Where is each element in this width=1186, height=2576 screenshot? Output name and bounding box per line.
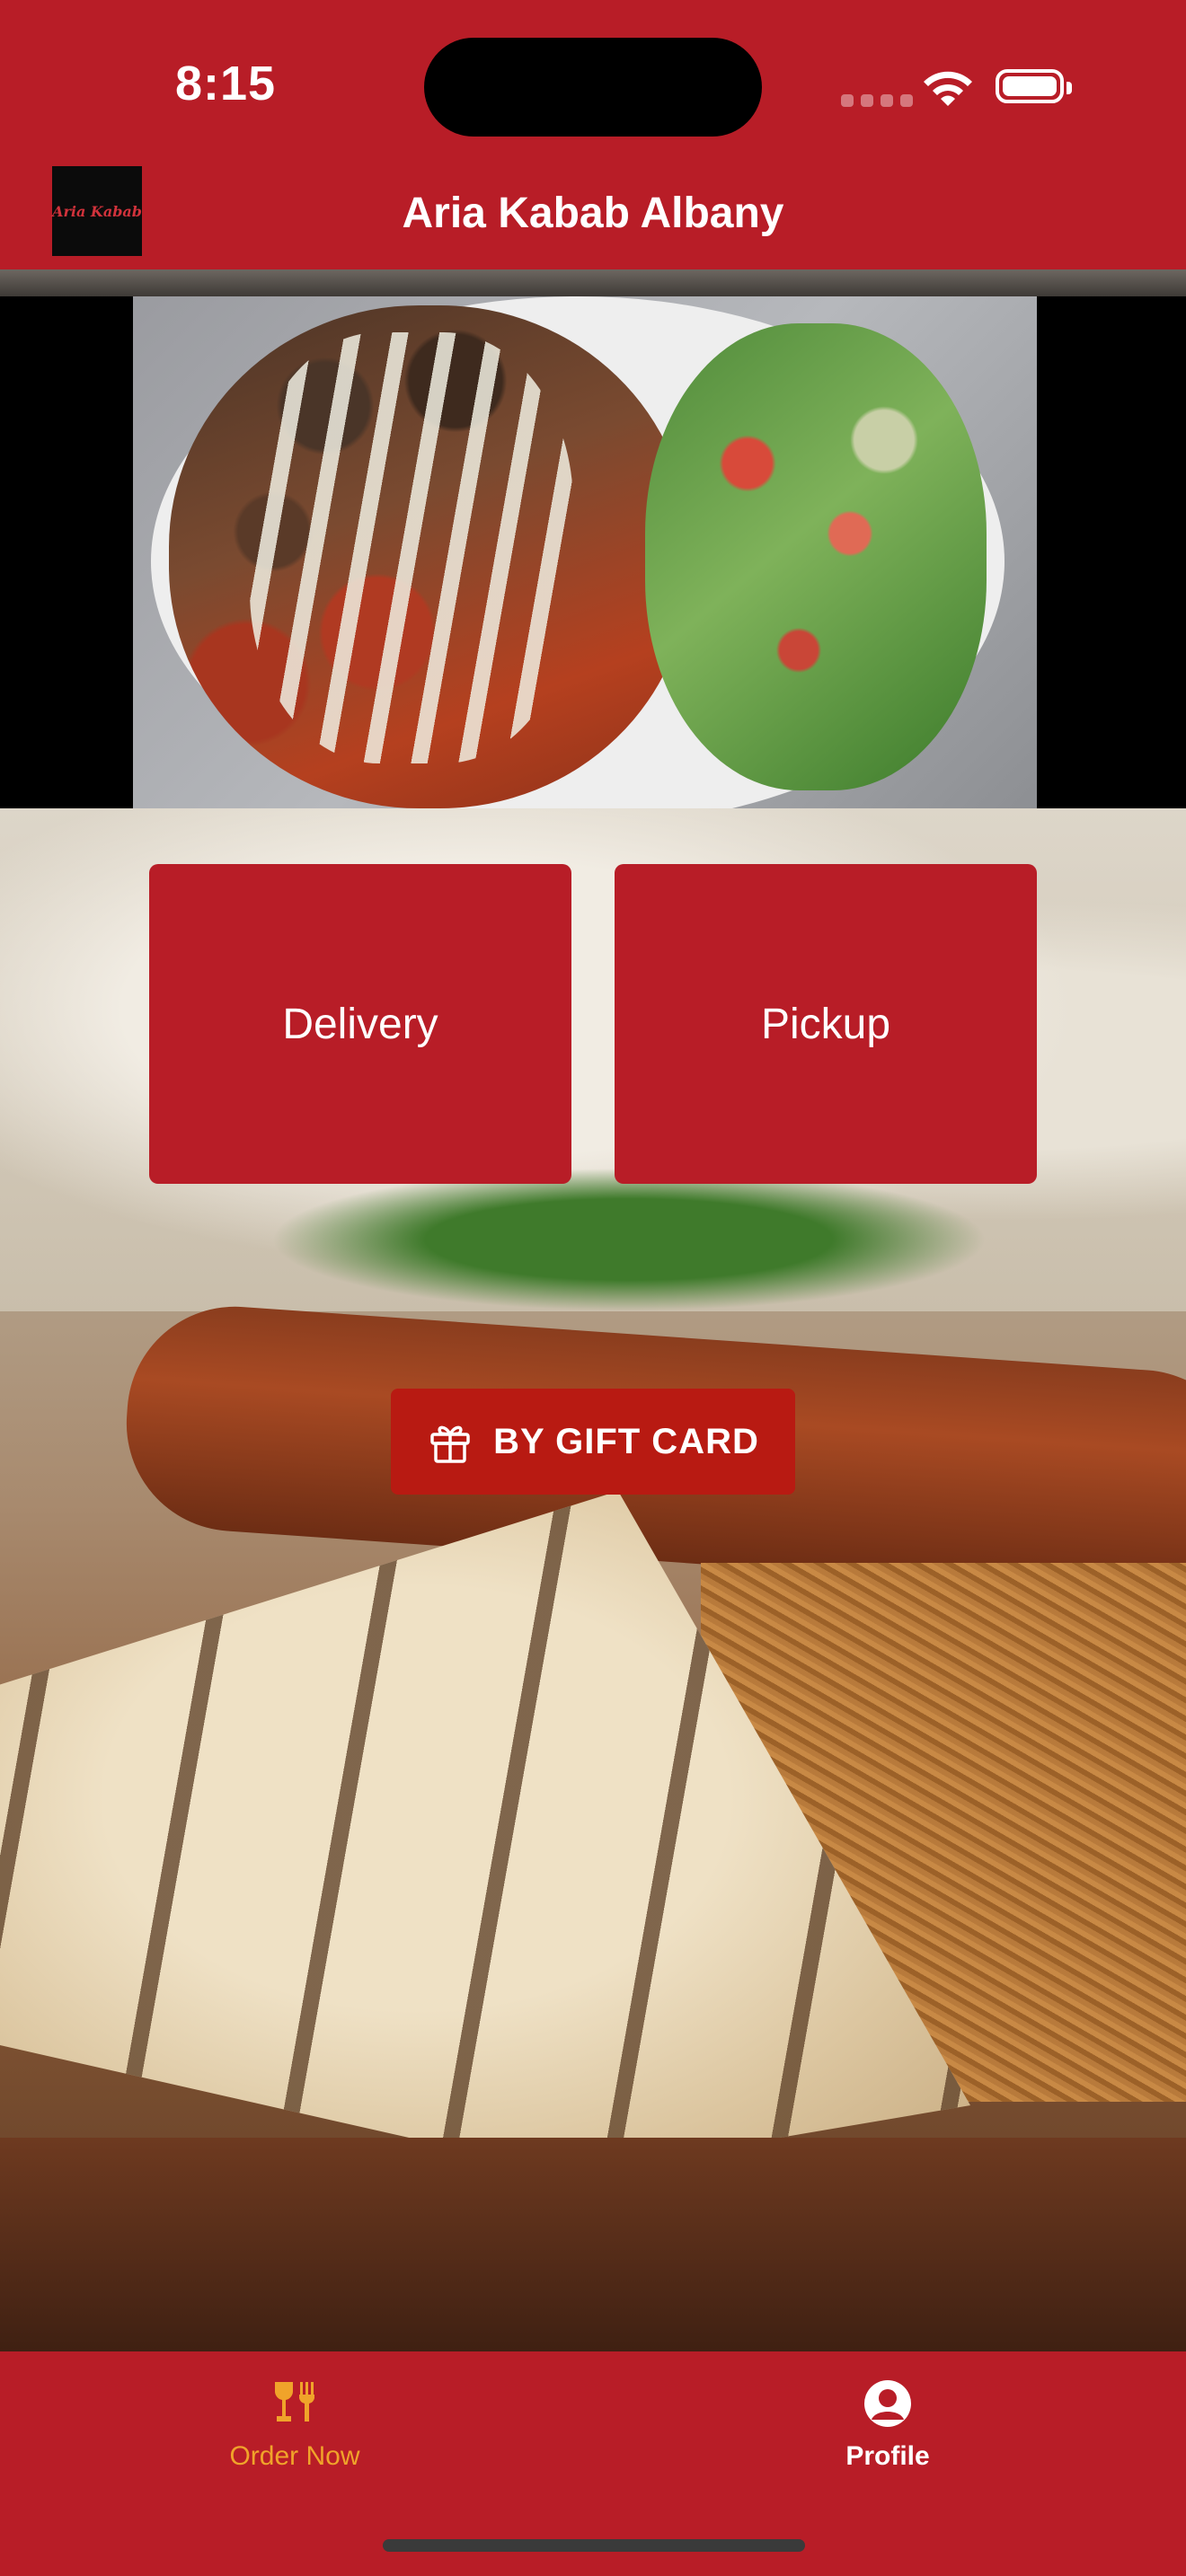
delivery-button[interactable]: Delivery [149, 864, 571, 1184]
hero-band [0, 269, 1186, 296]
tab-order-now-label: Order Now [229, 2441, 360, 2471]
cellular-signal-icon [841, 94, 913, 107]
gift-card-label: BY GIFT CARD [493, 1421, 759, 1461]
status-bar: 8:15 [0, 0, 1186, 162]
tab-profile[interactable]: Profile [753, 2377, 1022, 2472]
gift-icon [430, 1425, 470, 1463]
gift-card-button[interactable]: BY GIFT CARD [391, 1389, 795, 1495]
profile-icon [864, 2380, 911, 2427]
hero-banner [0, 296, 1186, 808]
home-indicator[interactable] [383, 2539, 805, 2552]
dynamic-island [424, 38, 762, 137]
hero-food-image [133, 296, 1037, 808]
dining-icon [274, 2382, 314, 2422]
battery-icon [996, 69, 1072, 103]
wifi-icon [924, 71, 972, 106]
status-time: 8:15 [175, 57, 277, 110]
pickup-button[interactable]: Pickup [615, 864, 1037, 1184]
tab-order-now[interactable]: Order Now [160, 2377, 429, 2472]
tab-profile-label: Profile [845, 2441, 930, 2471]
app-header: Aria Kabab Aria Kabab Albany [0, 162, 1186, 269]
page-title: Aria Kabab Albany [402, 190, 784, 237]
